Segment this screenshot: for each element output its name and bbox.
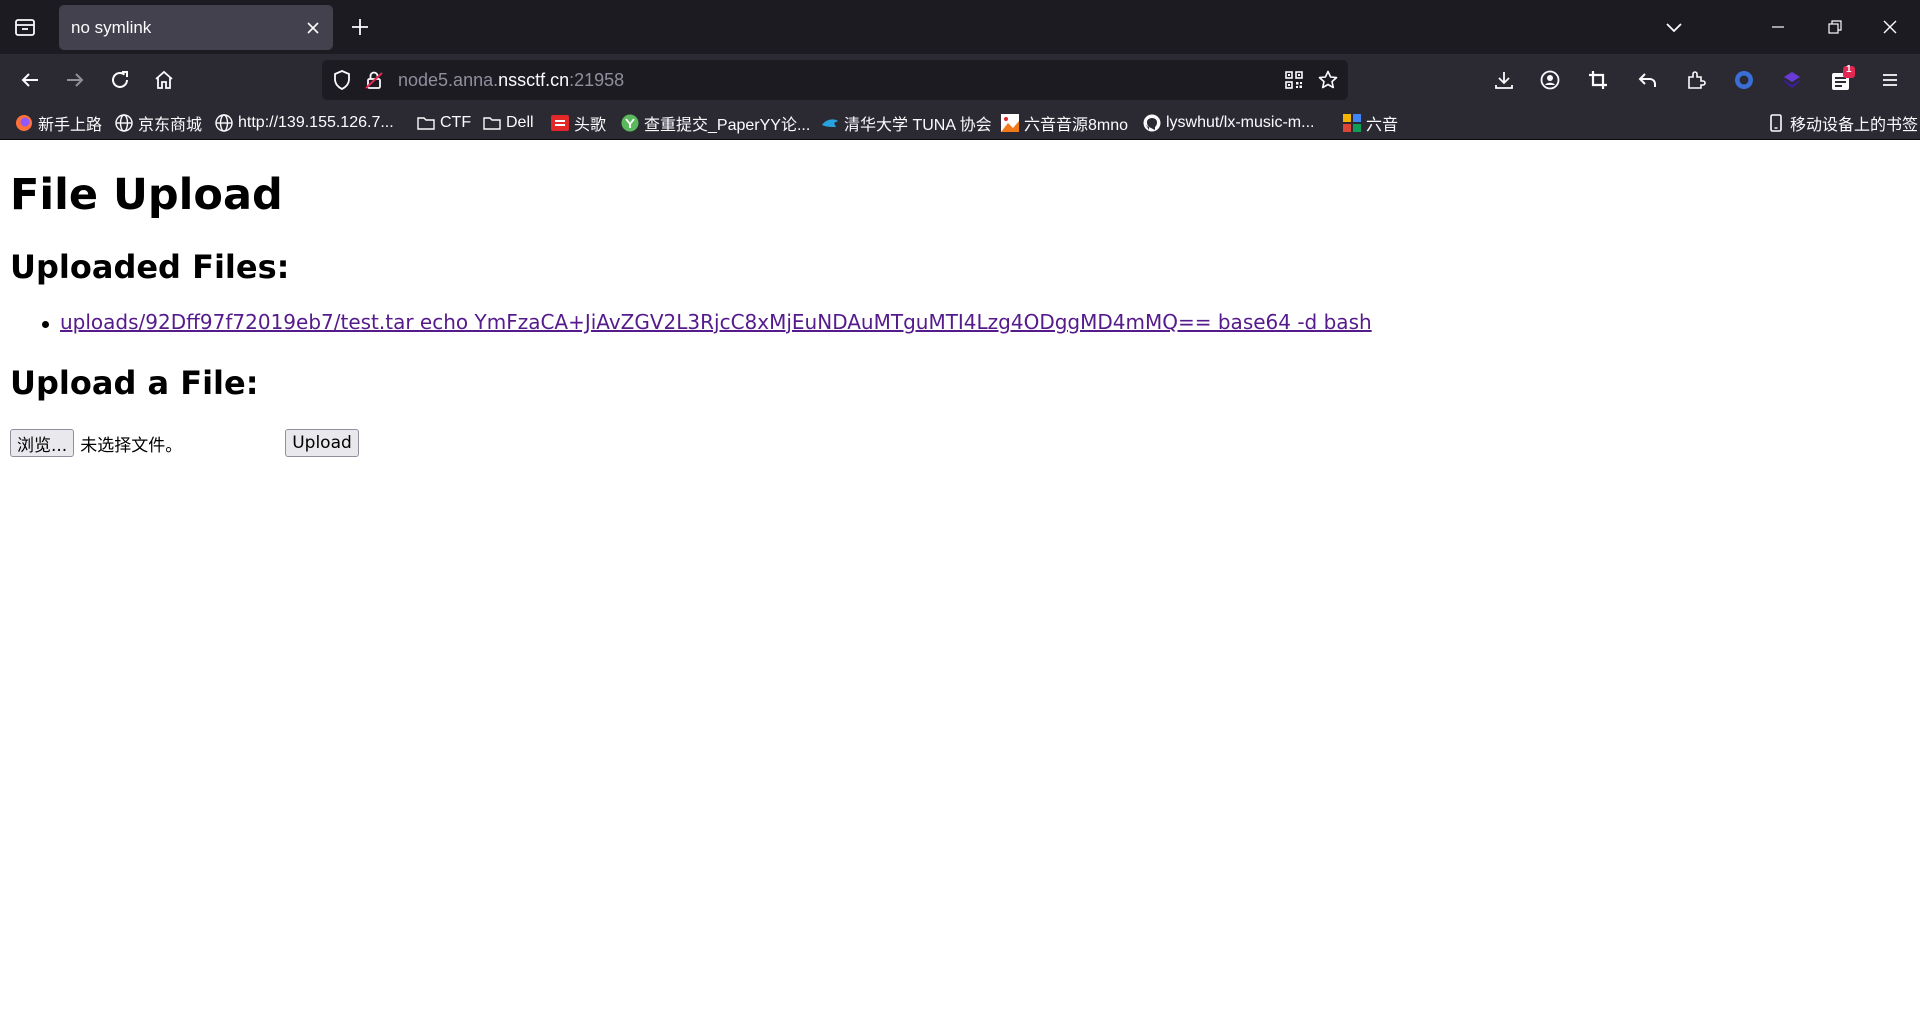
upload-button[interactable]: Upload xyxy=(285,429,359,457)
downloads-icon[interactable] xyxy=(1490,66,1518,94)
url-host: nssctf.cn xyxy=(498,70,570,90)
bullet xyxy=(42,321,49,328)
undo-arrow-icon[interactable] xyxy=(1634,66,1662,94)
bookmark-item[interactable]: 新手上路 xyxy=(14,111,102,135)
puzzle-colored-icon xyxy=(1342,113,1362,133)
globe-icon xyxy=(214,113,234,133)
globe-icon xyxy=(114,113,134,133)
bookmark-label: http://139.155.126.7... xyxy=(238,114,394,131)
upload-form: 浏览... 未选择文件。 Upload xyxy=(10,429,359,457)
bookmark-label: 查重提交_PaperYY论... xyxy=(644,117,811,134)
minimize-icon[interactable] xyxy=(1766,15,1790,39)
extension-blue-circle-icon[interactable] xyxy=(1730,66,1758,94)
url-prefix: node5.anna. xyxy=(398,70,499,90)
uploaded-files-list: uploads/92Dff97f72019eb7/test.tar echo Y… xyxy=(42,310,1372,334)
bookmark-item[interactable]: 六音 xyxy=(1342,111,1398,135)
uploaded-files-heading: Uploaded Files: xyxy=(10,248,290,286)
bookmark-label: CTF xyxy=(440,114,472,131)
url-bar[interactable]: node5.anna.nssctf.cn:21958 xyxy=(322,60,1348,100)
bookmark-item[interactable]: http://139.155.126.7... xyxy=(214,111,394,135)
bookmark-star-icon[interactable] xyxy=(1316,68,1340,92)
paperyy-icon xyxy=(620,113,640,133)
bookmark-item[interactable]: 清华大学 TUNA 协会 xyxy=(820,111,992,135)
tab-strip: no symlink xyxy=(0,0,1920,54)
page-title: File Upload xyxy=(10,170,283,220)
qr-code-icon[interactable] xyxy=(1282,68,1306,92)
toutiao-icon xyxy=(550,113,570,133)
back-icon[interactable] xyxy=(16,66,44,94)
reload-icon[interactable] xyxy=(106,66,134,94)
github-icon xyxy=(1142,113,1162,133)
bookmark-item[interactable]: 六音音源8mno xyxy=(1000,111,1128,135)
bookmark-item[interactable]: 查重提交_PaperYY论... xyxy=(620,111,810,135)
bookmark-folder[interactable]: CTF xyxy=(416,111,471,135)
folder-icon xyxy=(416,113,436,133)
tab-title: no symlink xyxy=(71,18,152,37)
mobile-device-icon xyxy=(1766,113,1786,133)
list-item: uploads/92Dff97f72019eb7/test.tar echo Y… xyxy=(42,310,1372,334)
extensions-icon[interactable] xyxy=(1682,66,1710,94)
forward-icon[interactable] xyxy=(61,66,89,94)
no-file-selected-text: 未选择文件。 xyxy=(80,435,183,456)
mobile-bookmarks[interactable]: 移动设备上的书签 xyxy=(1766,111,1918,135)
browse-button[interactable]: 浏览... xyxy=(10,429,75,457)
menu-icon[interactable] xyxy=(1876,66,1904,94)
navigation-toolbar: node5.anna.nssctf.cn:21958 1 xyxy=(0,54,1920,106)
folder-icon xyxy=(482,113,502,133)
uploaded-file-link[interactable]: uploads/92Dff97f72019eb7/test.tar echo Y… xyxy=(60,310,1372,334)
bookmark-item[interactable]: 头歌 xyxy=(550,111,606,135)
extension-purple-cube-icon[interactable] xyxy=(1778,66,1806,94)
bookmark-label: 六音音源8mno xyxy=(1024,117,1129,134)
bookmark-item[interactable]: 京东商城 xyxy=(114,111,202,135)
bookmark-folder[interactable]: Dell xyxy=(482,111,534,135)
tuna-icon xyxy=(820,113,840,133)
close-window-icon[interactable] xyxy=(1878,15,1902,39)
home-icon[interactable] xyxy=(150,66,178,94)
bookmark-label: 头歌 xyxy=(574,117,607,134)
screenshot-crop-icon[interactable] xyxy=(1584,66,1612,94)
shield-icon[interactable] xyxy=(330,68,354,92)
bookmark-label: 京东商城 xyxy=(138,117,203,134)
upload-file-heading: Upload a File: xyxy=(10,364,259,402)
bookmark-label: 清华大学 TUNA 协会 xyxy=(844,117,992,134)
bookmark-label: lyswhut/lx-music-m... xyxy=(1166,114,1315,131)
bookmark-label: 六音 xyxy=(1366,117,1399,134)
new-tab-icon[interactable] xyxy=(348,15,372,39)
bookmark-item[interactable]: lyswhut/lx-music-m... xyxy=(1142,111,1314,135)
account-icon[interactable] xyxy=(1536,66,1564,94)
extension-badge-icon[interactable]: 1 xyxy=(1828,64,1856,94)
bookmarks-toolbar: 新手上路 京东商城 http://139.155.126.7... CTF De… xyxy=(0,106,1920,140)
bookmark-label: Dell xyxy=(506,114,534,131)
tab-list-icon[interactable] xyxy=(13,16,37,38)
firefox-icon xyxy=(14,113,34,133)
url-port: :21958 xyxy=(569,70,625,90)
tab-close-icon[interactable] xyxy=(301,16,325,40)
bookmark-label: 新手上路 xyxy=(38,117,103,134)
extension-badge-count: 1 xyxy=(1846,64,1852,75)
url-text[interactable]: node5.anna.nssctf.cn:21958 xyxy=(398,70,624,91)
page-content: File Upload Uploaded Files: uploads/92Df… xyxy=(0,140,1920,1020)
image-icon xyxy=(1000,113,1020,133)
restore-icon[interactable] xyxy=(1822,15,1846,39)
tab-active[interactable]: no symlink xyxy=(59,5,333,50)
insecure-lock-icon[interactable] xyxy=(362,68,386,92)
chevron-down-icon[interactable] xyxy=(1662,15,1686,39)
mobile-bookmarks-label: 移动设备上的书签 xyxy=(1790,117,1919,134)
